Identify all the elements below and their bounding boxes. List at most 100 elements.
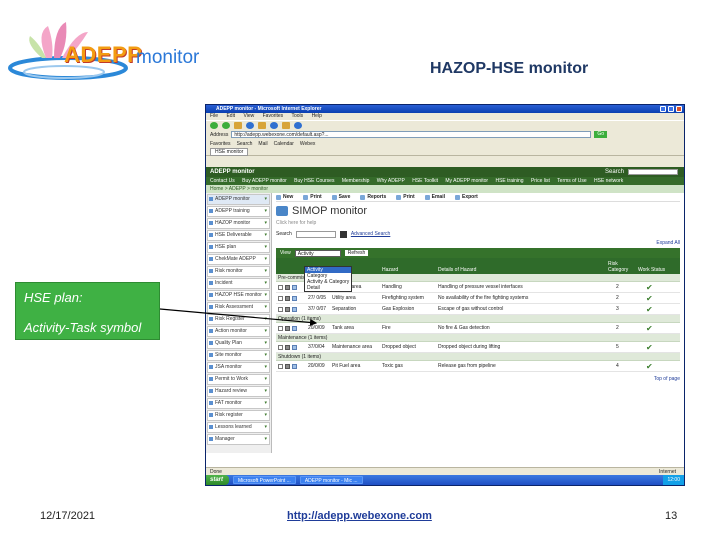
table-row[interactable]: 20/0/09 Pit Fuel area Toxic gas Release …: [276, 361, 680, 372]
nav-item[interactable]: HSE training: [495, 178, 523, 184]
search-go-button[interactable]: [339, 230, 347, 238]
group-header[interactable]: Maintenance (1 items): [276, 334, 680, 342]
stop-icon[interactable]: [234, 122, 242, 129]
email-button[interactable]: Email: [424, 194, 445, 200]
nav-item[interactable]: HSE network: [594, 178, 623, 184]
close-icon[interactable]: [676, 106, 682, 112]
tab-hse-monitor[interactable]: HSE monitor: [210, 148, 249, 156]
table-row[interactable]: 37/0/04 Maintenance area Dropped object …: [276, 342, 680, 353]
refresh-icon[interactable]: [246, 122, 254, 129]
checkbox-icon[interactable]: [278, 363, 283, 369]
sidebar-item[interactable]: Risk monitor: [207, 266, 270, 277]
nav-item[interactable]: Contact Us: [210, 178, 235, 184]
address-input[interactable]: http://adepp.webexone.com/default.asp?..…: [231, 131, 592, 138]
menu-help[interactable]: Help: [312, 113, 322, 119]
favorites-icon[interactable]: [282, 122, 290, 129]
sidebar-item[interactable]: Permit to Work: [207, 374, 270, 385]
nav-item[interactable]: Price list: [531, 178, 550, 184]
sidebar-item[interactable]: HSE plan: [207, 242, 270, 253]
nav-item[interactable]: My ADEPP monitor: [445, 178, 488, 184]
checkbox-icon[interactable]: [278, 284, 283, 290]
table-row[interactable]: 20/0/09 Tank area Fire No fire & Gas det…: [276, 323, 680, 334]
search-input[interactable]: [295, 230, 336, 238]
forward-icon[interactable]: [222, 122, 230, 129]
taskbar-item[interactable]: ADEPP monitor - Mic ...: [299, 476, 363, 484]
link-webex[interactable]: Webex: [300, 141, 315, 147]
back-icon[interactable]: [210, 122, 218, 129]
checkbox-icon[interactable]: [278, 344, 283, 350]
sidebar-item[interactable]: Incident: [207, 278, 270, 289]
nav-item[interactable]: Why ADEPP: [377, 178, 405, 184]
group-header[interactable]: Shutdown (1 items): [276, 353, 680, 361]
export-button[interactable]: Export: [455, 194, 478, 200]
new-button[interactable]: New: [276, 194, 293, 200]
activity-task-icon[interactable]: [292, 363, 297, 369]
checkbox-icon[interactable]: [278, 295, 283, 301]
sidebar-item[interactable]: JSA monitor: [207, 362, 270, 373]
link-mail[interactable]: Mail: [258, 141, 267, 147]
sidebar-item[interactable]: ADEPP training: [207, 206, 270, 217]
reports-button[interactable]: Reports: [360, 194, 386, 200]
go-button[interactable]: Go: [594, 131, 608, 138]
nav-item[interactable]: Membership: [342, 178, 370, 184]
menu-view[interactable]: View: [243, 113, 254, 119]
checkbox-icon[interactable]: [278, 325, 283, 331]
site-search-input[interactable]: [628, 169, 678, 175]
sidebar-item[interactable]: Risk register: [207, 410, 270, 421]
sidebar-item[interactable]: Risk Register: [207, 314, 270, 325]
link-calendar[interactable]: Calendar: [274, 141, 294, 147]
col-risk[interactable]: Risk Category: [608, 261, 638, 273]
activity-task-icon[interactable]: [292, 295, 297, 301]
top-of-page-link[interactable]: Top of page: [276, 376, 680, 384]
print2-button[interactable]: Print: [396, 194, 415, 200]
table-row[interactable]: 27/ 0/05 Utility area Firefighting syste…: [276, 293, 680, 304]
link-favorites[interactable]: Favorites: [210, 141, 231, 147]
edit-icon[interactable]: [285, 306, 290, 312]
sidebar-item[interactable]: Quality Plan: [207, 338, 270, 349]
table-row[interactable]: 37/ 0/07 Separation Gas Explosion Escape…: [276, 304, 680, 315]
sidebar-item[interactable]: HAZOP HSE monitor: [207, 290, 270, 301]
sidebar-item[interactable]: FAT monitor: [207, 398, 270, 409]
maximize-icon[interactable]: [668, 106, 674, 112]
sidebar-item[interactable]: Hazard review: [207, 386, 270, 397]
col-status[interactable]: Work Status: [638, 267, 678, 273]
edit-icon[interactable]: [285, 363, 290, 369]
nav-item[interactable]: Terms of Use: [557, 178, 586, 184]
sidebar-item[interactable]: Action monitor: [207, 326, 270, 337]
minimize-icon[interactable]: [660, 106, 666, 112]
nav-item[interactable]: HSE Toolkit: [412, 178, 438, 184]
edit-icon[interactable]: [285, 325, 290, 331]
activity-task-icon[interactable]: [292, 344, 297, 350]
save-button[interactable]: Save: [331, 194, 350, 200]
sidebar-item[interactable]: Site monitor: [207, 350, 270, 361]
sidebar-item[interactable]: Manager: [207, 434, 270, 445]
taskbar-item[interactable]: Microsoft PowerPoint ...: [233, 476, 296, 484]
sidebar-item[interactable]: Lessons learned: [207, 422, 270, 433]
search-icon[interactable]: [270, 122, 278, 129]
menu-edit[interactable]: Edit: [226, 113, 235, 119]
activity-task-icon[interactable]: [292, 325, 297, 331]
activity-task-icon[interactable]: [292, 284, 297, 290]
menu-favorites[interactable]: Favorites: [263, 113, 284, 119]
sidebar-item[interactable]: ADEPP monitor: [207, 194, 270, 205]
print-icon[interactable]: [294, 122, 302, 129]
col-hazard[interactable]: Hazard: [382, 267, 438, 273]
expand-all-link[interactable]: Expand All: [276, 240, 680, 248]
edit-icon[interactable]: [285, 344, 290, 350]
checkbox-icon[interactable]: [278, 306, 283, 312]
print-button[interactable]: Print: [303, 194, 322, 200]
edit-icon[interactable]: [285, 284, 290, 290]
sidebar-item[interactable]: HSE Deliverable: [207, 230, 270, 241]
edit-icon[interactable]: [285, 295, 290, 301]
menu-file[interactable]: File: [210, 113, 218, 119]
start-button[interactable]: start: [206, 475, 230, 485]
help-hint[interactable]: Click here for help: [276, 220, 680, 228]
group-header[interactable]: Operation (1 items): [276, 315, 680, 323]
home-icon[interactable]: [258, 122, 266, 129]
view-select[interactable]: Activity: [294, 249, 341, 257]
activity-task-icon[interactable]: [292, 306, 297, 312]
footer-url[interactable]: http://adepp.webexone.com: [287, 510, 432, 522]
sidebar-item[interactable]: Risk Assessment: [207, 302, 270, 313]
menu-tools[interactable]: Tools: [291, 113, 303, 119]
dropdown-option[interactable]: Detail: [305, 285, 351, 291]
